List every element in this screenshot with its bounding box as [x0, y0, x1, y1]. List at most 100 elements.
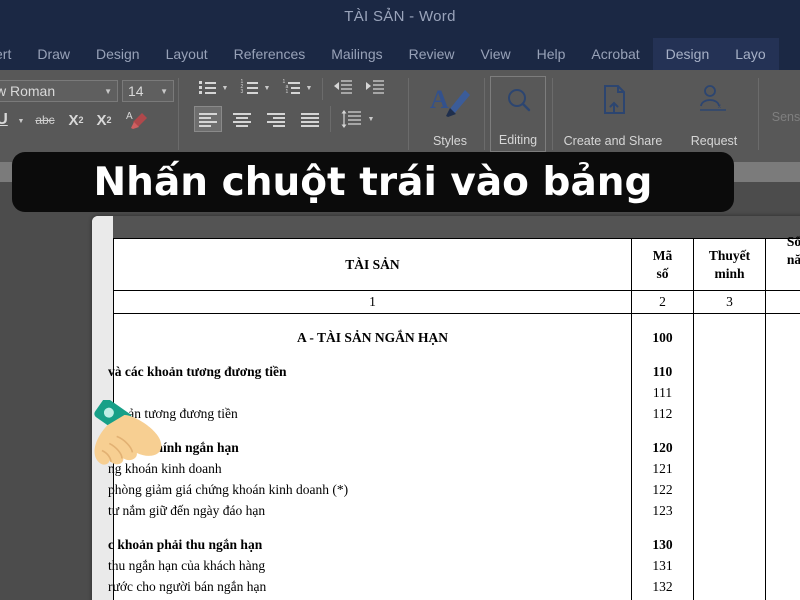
ribbon-tab-layo-11[interactable]: Layo — [722, 38, 779, 70]
document-page[interactable]: TÀI SẢN Mã số Thuyết minh Số nă 1 2 3 A - TÀI SẢN … — [92, 216, 800, 600]
table-cell-code[interactable]: 121 — [631, 458, 694, 479]
table-cell-note[interactable] — [693, 458, 766, 479]
table-row[interactable]: thu ngắn hạn của khách hàng 131 — [108, 555, 800, 576]
table-row[interactable]: tư nắm giữ đến ngày đáo hạn 123 — [108, 500, 800, 521]
superscript-button[interactable]: X2 — [92, 110, 116, 130]
table-cell-name[interactable]: ng khoán kinh doanh — [108, 458, 632, 479]
align-center-button[interactable] — [228, 106, 256, 132]
table-cell-note[interactable] — [693, 534, 766, 555]
chevron-down-icon[interactable]: ▼ — [99, 87, 117, 96]
table-row[interactable]: A - TÀI SẢN NGẮN HẠN 100 — [113, 327, 800, 348]
decrease-indent-button[interactable] — [332, 77, 354, 96]
ribbon-tab-review-6[interactable]: Review — [396, 38, 468, 70]
table-cell-note[interactable] — [693, 437, 766, 458]
table-cell-name[interactable] — [113, 382, 632, 403]
table-cell-code[interactable]: 100 — [631, 327, 694, 348]
table-cell-name[interactable]: phòng giảm giá chứng khoán kinh doanh (*… — [108, 479, 632, 500]
table-cell-num[interactable] — [765, 361, 800, 382]
table-colnum-code[interactable]: 2 — [631, 290, 694, 314]
bullets-button[interactable] — [196, 78, 218, 96]
table-cell-num[interactable] — [765, 403, 800, 424]
ribbon-tab-view-7[interactable]: View — [468, 38, 524, 70]
multilevel-list-button[interactable]: 1 a 1 — [280, 78, 302, 96]
table-row[interactable]: ı tư tài chính ngắn hạn 120 — [108, 437, 800, 458]
table-cell-name[interactable]: thu ngắn hạn của khách hàng — [108, 555, 632, 576]
table-colnum-note[interactable]: 3 — [693, 290, 766, 314]
table-cell-num[interactable] — [765, 500, 800, 521]
table-cell-num[interactable] — [765, 576, 800, 597]
ribbon-tab-ert-0[interactable]: ert — [0, 38, 24, 70]
create-and-share-button[interactable]: Create and Share — [556, 76, 670, 152]
table-cell-num[interactable] — [765, 327, 800, 348]
table-cell-name[interactable]: rước cho người bán ngắn hạn — [108, 576, 632, 597]
line-spacing-chevron-down-icon[interactable]: ▼ — [366, 114, 376, 124]
line-and-paragraph-spacing-button[interactable] — [338, 106, 364, 132]
styles-button[interactable]: A Styles — [418, 76, 482, 152]
table-cell-name[interactable]: tư nắm giữ đến ngày đáo hạn — [108, 500, 632, 521]
table-header-name[interactable]: TÀI SẢN — [113, 238, 632, 291]
table-header-num[interactable]: Số nă — [765, 234, 800, 291]
table-cell-num[interactable] — [765, 382, 800, 403]
table-cell-name[interactable]: khoản tương đương tiền — [108, 403, 632, 424]
ribbon-tab-acrobat-9[interactable]: Acrobat — [578, 38, 652, 70]
document-canvas[interactable]: TÀI SẢN Mã số Thuyết minh Số nă 1 2 3 A - TÀI SẢN … — [0, 182, 800, 600]
table-row[interactable]: 111 — [113, 382, 800, 403]
balance-sheet-table[interactable]: TÀI SẢN Mã số Thuyết minh Số nă 1 2 3 A - TÀI SẢN … — [108, 234, 800, 600]
table-cell-code[interactable]: 112 — [631, 403, 694, 424]
table-colnum-name[interactable]: 1 — [113, 290, 632, 314]
table-cell-note[interactable] — [693, 327, 766, 348]
table-cell-note[interactable] — [693, 500, 766, 521]
table-cell-code[interactable]: 111 — [631, 382, 694, 403]
multilevel-list-chevron-down-icon[interactable]: ▼ — [304, 83, 314, 93]
table-cell-note[interactable] — [693, 576, 766, 597]
table-cell-code[interactable]: 131 — [631, 555, 694, 576]
table-header-note[interactable]: Thuyết minh — [693, 238, 766, 291]
table-cell-note[interactable] — [693, 479, 766, 500]
table-cell-code[interactable]: 130 — [631, 534, 694, 555]
ribbon-tab-mailings-5[interactable]: Mailings — [318, 38, 395, 70]
table-cell-num[interactable] — [765, 534, 800, 555]
table-cell-note[interactable] — [693, 361, 766, 382]
font-size-combo[interactable]: 14 ▼ — [122, 80, 174, 102]
subscript-button[interactable]: X2 — [64, 110, 88, 130]
table-row[interactable]: và các khoản tương đương tiền 110 — [108, 361, 800, 382]
font-name-combo[interactable]: w Roman ▼ — [0, 80, 118, 102]
table-cell-name[interactable]: A - TÀI SẢN NGẮN HẠN — [113, 327, 632, 348]
editing-button[interactable]: Editing — [490, 76, 546, 152]
table-cell-num[interactable] — [765, 458, 800, 479]
strikethrough-button[interactable]: abc — [32, 110, 58, 130]
align-left-button[interactable] — [194, 106, 222, 132]
table-cell-num[interactable] — [765, 437, 800, 458]
table-cell-name[interactable]: c khoản phải thu ngắn hạn — [108, 534, 632, 555]
table-cell-name[interactable]: và các khoản tương đương tiền — [108, 361, 632, 382]
sensitivity-button[interactable]: Sens — [766, 76, 800, 152]
table-cell-code[interactable]: 132 — [631, 576, 694, 597]
table-cell-code[interactable]: 122 — [631, 479, 694, 500]
bullets-chevron-down-icon[interactable]: ▼ — [220, 83, 230, 93]
ribbon-tab-help-8[interactable]: Help — [524, 38, 579, 70]
ribbon-tab-draw-1[interactable]: Draw — [24, 38, 83, 70]
table-cell-code[interactable]: 120 — [631, 437, 694, 458]
ribbon-tab-layout-3[interactable]: Layout — [153, 38, 221, 70]
ribbon-tab-design-2[interactable]: Design — [83, 38, 153, 70]
align-right-button[interactable] — [262, 106, 290, 132]
table-row[interactable]: c khoản phải thu ngắn hạn 130 — [108, 534, 800, 555]
table-colnum-num[interactable] — [765, 290, 800, 314]
table-cell-num[interactable] — [765, 555, 800, 576]
table-cell-note[interactable] — [693, 555, 766, 576]
table-cell-code[interactable]: 123 — [631, 500, 694, 521]
numbering-chevron-down-icon[interactable]: ▼ — [262, 83, 272, 93]
text-highlight-color-button[interactable]: A — [124, 108, 152, 132]
table-header-code[interactable]: Mã số — [631, 238, 694, 291]
ribbon-tab-design-10[interactable]: Design — [652, 38, 723, 70]
justify-button[interactable] — [296, 106, 324, 132]
table-row[interactable]: phòng giảm giá chứng khoán kinh doanh (*… — [108, 479, 800, 500]
table-cell-num[interactable] — [765, 479, 800, 500]
underline-options-chevron-down-icon[interactable]: ▼ — [16, 116, 26, 126]
request-signature-button[interactable]: x Request — [676, 76, 752, 152]
table-cell-note[interactable] — [693, 403, 766, 424]
ribbon-tab-strip[interactable]: ertDrawDesignLayoutReferencesMailingsRev… — [0, 38, 800, 70]
ribbon-tab-references-4[interactable]: References — [221, 38, 319, 70]
underline-button[interactable]: U — [0, 110, 12, 130]
chevron-down-icon[interactable]: ▼ — [155, 87, 173, 96]
